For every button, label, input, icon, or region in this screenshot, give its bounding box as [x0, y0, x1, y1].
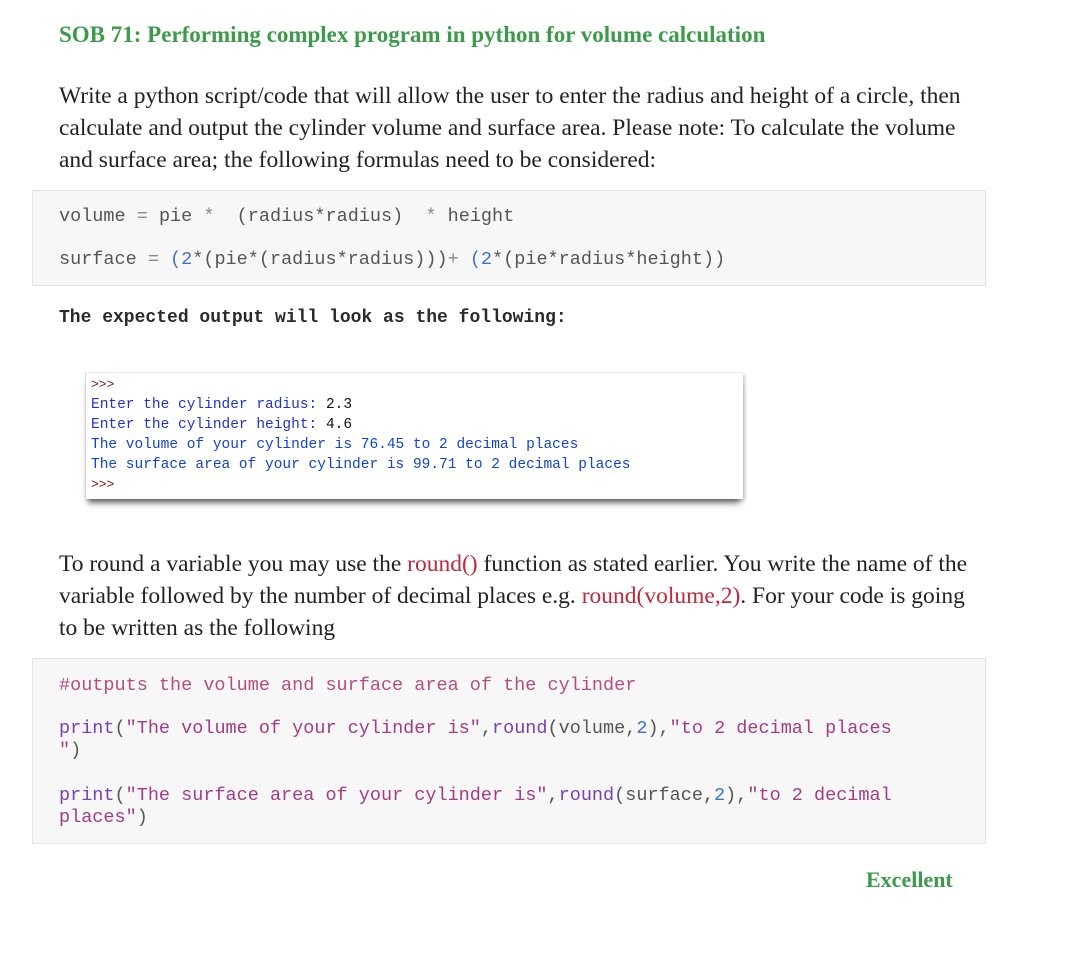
text-run: To round a variable you may use the [59, 551, 408, 577]
intro-paragraph: Write a python script/code that will all… [59, 83, 961, 173]
print-volume-line: print("The volume of your cylinder is",r… [59, 718, 892, 762]
expected-output-heading: The expected output will look as the fol… [59, 308, 567, 328]
python-shell-output: >>> Enter the cylinder radius: 2.3 Enter… [85, 372, 743, 499]
number-token: 2 [636, 718, 648, 739]
print-keyword: print [59, 718, 115, 739]
height-token: height [436, 206, 515, 227]
pie-token: pie [158, 206, 204, 227]
plus-op: + [447, 249, 470, 270]
print-keyword: print [59, 785, 115, 806]
print-code-block: #outputs the volume and surface area of … [32, 658, 986, 844]
paren: ( [114, 785, 126, 806]
paren: ) [136, 807, 148, 828]
surface-var: surface [59, 249, 137, 270]
shell-value: 4.6 [325, 417, 353, 433]
paren: ), [647, 718, 670, 739]
volume-formula: volume = pie * (radius*radius) * height [59, 206, 514, 227]
shell-line-surface: The surface area of your cylinder is 99.… [91, 457, 631, 473]
equals-sign: = [125, 206, 159, 227]
string-literal: "The volume of your cylinder is" [125, 718, 481, 739]
multiply-op: * [425, 206, 437, 227]
page-title: SOB 71: Performing complex program in py… [59, 22, 766, 47]
string-literal: "to 2 decimal [747, 785, 892, 806]
formula-part: *(pie*(radius*radius))) [192, 249, 448, 270]
multiply-op: * [203, 206, 215, 227]
round-function-ref: round() [407, 551, 478, 577]
string-literal: places" [59, 807, 137, 828]
round-call: round [492, 718, 548, 739]
shell-prompt: >>> [91, 377, 115, 392]
grade-label: Excellent [866, 867, 953, 892]
radius-product: (radius*radius) [214, 206, 426, 227]
code-comment: #outputs the volume and surface area of … [59, 675, 637, 696]
equals-sign: = [136, 249, 171, 270]
args: (surface, [614, 785, 715, 806]
print-surface-line: print("The surface area of your cylinder… [59, 785, 892, 829]
number-token: (2 [170, 249, 193, 270]
volume-var: volume [59, 206, 126, 227]
shell-value: 2.3 [325, 397, 353, 413]
shell-prompt: >>> [91, 477, 115, 492]
paren: ( [114, 718, 126, 739]
paren: ), [725, 785, 748, 806]
formula-code-block: volume = pie * (radius*radius) * height … [32, 190, 986, 286]
surface-formula: surface = (2*(pie*(radius*radius)))+ (2*… [59, 249, 725, 270]
shell-label: Enter the cylinder height: [91, 417, 326, 433]
comma: , [480, 718, 492, 739]
string-literal: " [59, 740, 71, 761]
formula-part: *(pie*radius*height)) [492, 249, 726, 270]
round-call: round [558, 785, 615, 806]
comma: , [547, 785, 559, 806]
string-literal: "The surface area of your cylinder is" [125, 785, 548, 806]
round-example-ref: round(volume,2) [581, 583, 741, 609]
shell-line-volume: The volume of your cylinder is 76.45 to … [91, 437, 579, 453]
args: (volume, [547, 718, 637, 739]
string-literal: "to 2 decimal places [669, 718, 892, 739]
shell-line-height: Enter the cylinder height: 4.6 [91, 415, 743, 435]
shell-label: Enter the cylinder radius: [91, 397, 326, 413]
paren: ) [70, 740, 82, 761]
number-token: (2 [469, 249, 493, 270]
shell-line-radius: Enter the cylinder radius: 2.3 [91, 395, 743, 415]
round-paragraph: To round a variable you may use the roun… [59, 548, 979, 644]
number-token: 2 [714, 785, 726, 806]
